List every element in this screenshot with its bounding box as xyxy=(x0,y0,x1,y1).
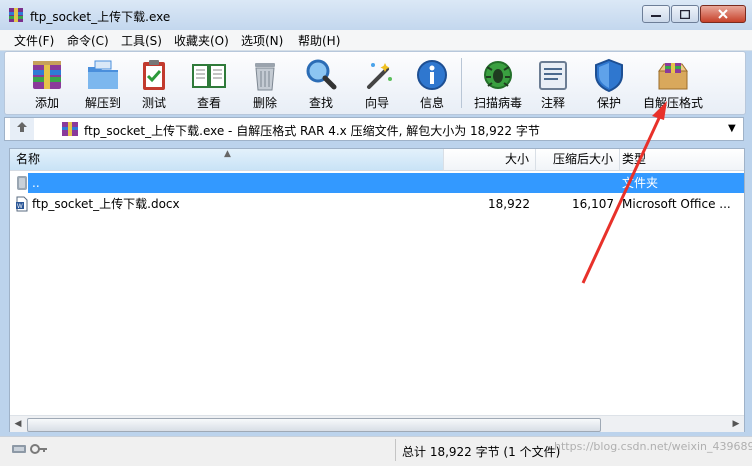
toolbar-add-label: 添加 xyxy=(34,96,59,110)
toolbar-info-button[interactable]: 信息 xyxy=(410,52,454,114)
toolbar-find-label: 查找 xyxy=(308,96,333,110)
toolbar-virusscan-button[interactable]: 扫描病毒 xyxy=(468,52,528,114)
menu-bar: 文件(F) 命令(C) 工具(S) 收藏夹(O) 选项(N) 帮助(H) xyxy=(0,30,752,51)
delete-trash-icon xyxy=(255,63,275,91)
toolbar-add-button[interactable]: 添加 xyxy=(23,52,71,114)
column-name-label: 名称 xyxy=(16,152,41,166)
toolbar-delete-label: 删除 xyxy=(252,96,277,110)
toolbar-comment-label: 注释 xyxy=(540,96,565,110)
watermark-text: https://blog.csdn.net/weixin_43968923 xyxy=(554,440,752,453)
sfx-box-icon xyxy=(658,63,688,90)
menu-tools[interactable]: 工具(S) xyxy=(121,32,162,49)
minimize-icon xyxy=(651,15,661,17)
toolbar-virusscan-label: 扫描病毒 xyxy=(473,96,522,110)
maximize-icon xyxy=(680,9,690,19)
wizard-wand-icon xyxy=(367,63,392,89)
list-item-parent-folder[interactable]: .. 文件夹 xyxy=(10,173,744,193)
list-item-docx[interactable]: W ftp_socket_上传下载.docx 18,922 16,107 Mic… xyxy=(10,194,744,214)
toolbar-sfx-button[interactable]: 自解压格式 xyxy=(639,52,707,114)
view-book-icon xyxy=(192,64,226,88)
parent-folder-icon xyxy=(17,176,27,190)
toolbar-sfx-label: 自解压格式 xyxy=(642,96,703,110)
toolbar-delete-button[interactable]: 删除 xyxy=(243,52,287,114)
scroll-right-icon[interactable]: ▶ xyxy=(728,416,744,432)
file-type: 文件夹 xyxy=(622,176,659,190)
toolbar-separator xyxy=(461,58,462,108)
minimize-button[interactable] xyxy=(642,5,670,23)
sort-ascending-icon: ▲ xyxy=(224,149,231,159)
toolbar-wizard-button[interactable]: 向导 xyxy=(355,52,399,114)
protect-shield-icon xyxy=(595,58,623,93)
column-header-type[interactable]: 类型 xyxy=(620,149,744,171)
scrollbar-thumb[interactable] xyxy=(27,418,601,432)
menu-commands[interactable]: 命令(C) xyxy=(67,32,109,49)
archive-file-icon xyxy=(62,122,78,136)
find-magnifier-icon xyxy=(306,59,337,90)
close-icon xyxy=(718,9,728,19)
toolbar-test-label: 测试 xyxy=(141,96,166,110)
up-level-button[interactable] xyxy=(10,118,34,140)
toolbar-view-button[interactable]: 查看 xyxy=(185,52,233,114)
scroll-left-icon[interactable]: ◀ xyxy=(10,416,26,432)
toolbar-find-button[interactable]: 查找 xyxy=(299,52,343,114)
comment-icon xyxy=(539,61,567,90)
column-header-size[interactable]: 大小 xyxy=(444,149,536,171)
winrar-window: ftp_socket_上传下载.exe 文件(F) 命令(C) 工具(S) 收藏… xyxy=(0,0,752,466)
toolbar-wizard-label: 向导 xyxy=(364,96,389,110)
maximize-button[interactable] xyxy=(671,5,699,23)
info-icon xyxy=(417,60,447,90)
winrar-app-icon xyxy=(9,8,23,22)
menu-favorites[interactable]: 收藏夹(O) xyxy=(174,32,229,49)
status-divider xyxy=(395,439,396,461)
toolbar-protect-button[interactable]: 保护 xyxy=(587,52,631,114)
column-packed-label: 压缩后大小 xyxy=(552,152,613,166)
file-name: .. xyxy=(32,176,40,190)
up-arrow-icon xyxy=(17,122,27,132)
column-header-packed[interactable]: 压缩后大小 xyxy=(536,149,620,171)
test-icon xyxy=(143,60,165,90)
add-archive-icon xyxy=(33,61,61,89)
menu-file[interactable]: 文件(F) xyxy=(14,32,54,49)
column-type-label: 类型 xyxy=(622,152,647,166)
horizontal-scrollbar[interactable]: ◀ ▶ xyxy=(10,415,744,432)
toolbar: 添加 解压到 测试 查看 删除 查找 向导 信息 扫描病毒 注释 保护 自解压格… xyxy=(4,51,746,115)
file-size: 18,922 xyxy=(488,197,530,211)
toolbar-extract-label: 解压到 xyxy=(84,96,121,110)
svg-text:W: W xyxy=(17,204,23,210)
toolbar-view-label: 查看 xyxy=(196,96,221,110)
file-packed-size: 16,107 xyxy=(572,197,614,211)
drive-key-icon xyxy=(12,444,47,454)
file-list: 名称 ▲ 大小 压缩后大小 类型 .. 文件夹 W ftp_socket_上传下… xyxy=(9,148,745,432)
title-bar: ftp_socket_上传下载.exe xyxy=(0,0,752,30)
toolbar-extract-button[interactable]: 解压到 xyxy=(78,52,128,114)
toolbar-test-button[interactable]: 测试 xyxy=(132,52,176,114)
extract-to-icon xyxy=(88,60,118,89)
window-title: ftp_socket_上传下载.exe xyxy=(30,10,171,24)
address-path-text: ftp_socket_上传下载.exe - 自解压格式 RAR 4.x 压缩文件… xyxy=(84,124,540,138)
toolbar-protect-label: 保护 xyxy=(596,96,621,110)
file-name: ftp_socket_上传下载.docx xyxy=(32,197,180,211)
close-button[interactable] xyxy=(700,5,746,23)
column-size-label: 大小 xyxy=(504,152,529,166)
column-header-name[interactable]: 名称 ▲ xyxy=(10,149,444,171)
toolbar-comment-button[interactable]: 注释 xyxy=(531,52,575,114)
status-summary: 总计 18,922 字节 (1 个文件) xyxy=(402,445,561,459)
menu-help[interactable]: 帮助(H) xyxy=(298,32,340,49)
word-document-icon: W xyxy=(16,196,28,212)
file-type: Microsoft Office ... xyxy=(622,197,731,211)
virus-scan-icon xyxy=(484,61,512,89)
address-dropdown-icon[interactable]: ▼ xyxy=(728,123,736,134)
toolbar-info-label: 信息 xyxy=(419,96,444,110)
menu-options[interactable]: 选项(N) xyxy=(241,32,283,49)
